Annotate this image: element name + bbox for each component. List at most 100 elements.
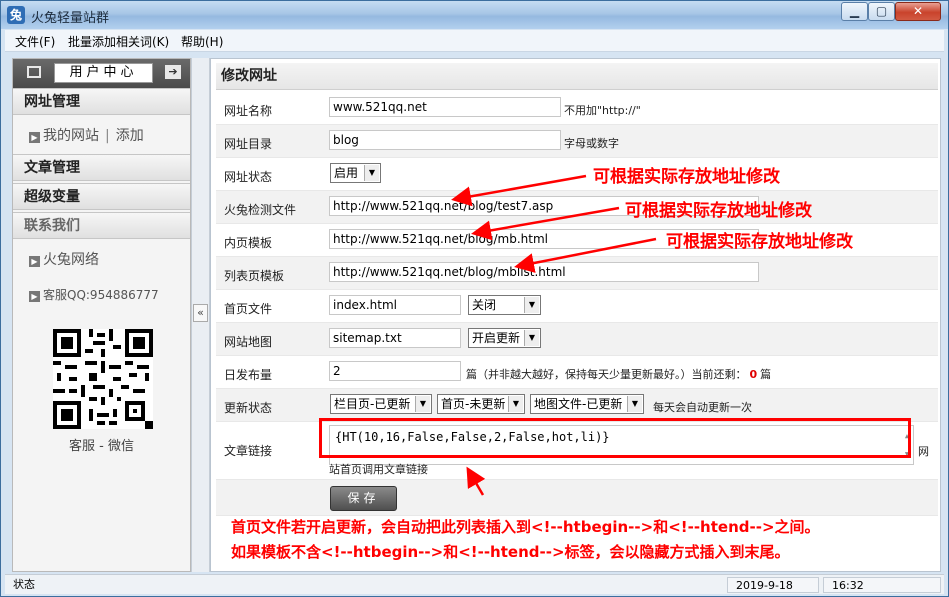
row-site-name: 网址名称 www.521qq.net 不用加"http://" — [216, 92, 938, 125]
home-page-status-value: 首页-未更新 — [441, 397, 506, 411]
sidebar-item-company[interactable]: ▶ 火兔网络 — [29, 249, 99, 269]
site-dir-label: 网址目录 — [224, 137, 273, 151]
article-link-textarea[interactable]: {HT(10,16,False,False,2,False,hot,li)} ▲… — [329, 425, 914, 465]
home-file-update-select[interactable]: 关闭 ▼ — [468, 295, 541, 315]
section-super-vars[interactable]: 超级变量 — [13, 183, 190, 210]
annotation-content-template: 可根据实际存放地址修改 — [625, 201, 812, 221]
daily-count-hint: 篇（并非越大越好，保持每天少量更新最好。）当前还剩： 0 篇 — [466, 366, 771, 382]
footer-note-2: 如果模板不含<!--htbegin-->和<!--htend-->标签，会以隐藏… — [231, 543, 790, 561]
site-status-label: 网址状态 — [224, 170, 273, 184]
arrow-bullet-icon: ▶ — [29, 256, 40, 267]
sitemap-update-value: 开启更新 — [472, 331, 521, 345]
list-template-label: 列表页模板 — [224, 269, 285, 283]
column-page-status-value: 栏目页-已更新 — [334, 397, 411, 411]
site-status-select[interactable]: 启用 ▼ — [330, 163, 381, 183]
arrow-bullet-icon: ▶ — [29, 291, 40, 302]
sidebar-splitter[interactable]: « — [191, 58, 210, 572]
menu-help[interactable]: 帮助(H) — [181, 33, 223, 50]
article-link-subhint: 站首页调用文章链接 — [329, 463, 428, 476]
sitemap-input[interactable]: sitemap.txt — [329, 328, 461, 348]
sidebar-item-support-qq[interactable]: ▶ 客服QQ:954886777 — [29, 286, 159, 303]
sitemap-status-select[interactable]: 地图文件-已更新 ▼ — [530, 394, 644, 414]
home-file-label: 首页文件 — [224, 302, 273, 316]
add-site-link[interactable]: 添加 — [116, 128, 144, 144]
rabbit-app-icon: 兔 — [7, 6, 25, 24]
site-dir-hint: 字母或数字 — [564, 137, 619, 150]
user-center-button[interactable]: 用户中心 — [54, 63, 153, 83]
daily-unit: 篇 — [466, 368, 477, 381]
update-status-label: 更新状态 — [224, 401, 273, 415]
home-file-input[interactable]: index.html — [329, 295, 461, 315]
daily-count-input[interactable]: 2 — [329, 361, 461, 381]
daily-count-label: 日发布量 — [224, 368, 273, 382]
row-home-file: 首页文件 index.html 关闭 ▼ — [216, 290, 938, 323]
site-name-label: 网址名称 — [224, 104, 273, 118]
separator: | — [105, 128, 110, 144]
remaining-unit: 篇 — [760, 368, 772, 381]
list-template-input[interactable]: http://www.521qq.net/blog/mblist.html — [329, 262, 759, 282]
page-title: 修改网址 — [216, 63, 938, 90]
row-daily-count: 日发布量 2 篇（并非越大越好，保持每天少量更新最好。）当前还剩： 0 篇 — [216, 356, 938, 389]
content-template-label: 内页模板 — [224, 236, 273, 250]
status-text: 状态 — [13, 578, 35, 591]
qr-caption: 客服 - 微信 — [69, 439, 134, 454]
row-update-status: 更新状态 栏目页-已更新 ▼ 首页-未更新 ▼ 地图文件-已更新 ▼ 每天会自动更新一… — [216, 389, 938, 422]
row-check-file: 火兔检测文件 http://www.521qq.net/blog/test7.a… — [216, 191, 938, 224]
company-link: 火兔网络 — [43, 252, 99, 268]
textarea-scrollbar[interactable]: ▲ ▼ — [902, 427, 912, 463]
window-icon[interactable] — [27, 66, 41, 78]
annotation-check-file: 可根据实际存放地址修改 — [593, 167, 780, 187]
check-file-label: 火兔检测文件 — [224, 203, 297, 217]
sitemap-update-select[interactable]: 开启更新 ▼ — [468, 328, 541, 348]
sidebar-item-my-sites: ▶ 我的网站 | 添加 — [29, 125, 144, 145]
close-button[interactable]: ✕ — [895, 2, 941, 21]
sidebar-header: 用户中心 ➔ — [13, 59, 190, 88]
minimize-button[interactable]: ▁ — [841, 2, 868, 21]
row-sitemap: 网站地图 sitemap.txt 开启更新 ▼ — [216, 323, 938, 356]
section-contact[interactable]: 联系我们 — [13, 212, 190, 239]
dropdown-arrow-icon: ▼ — [627, 396, 642, 412]
site-dir-input[interactable]: blog — [329, 130, 561, 150]
collapse-sidebar-button[interactable]: « — [193, 304, 208, 322]
wechat-qr-code — [53, 329, 153, 429]
menu-batch-add-keywords[interactable]: 批量添加相关词(K) — [68, 33, 169, 50]
home-file-update-value: 关闭 — [472, 298, 497, 312]
article-link-code: {HT(10,16,False,False,2,False,hot,li)} — [335, 430, 610, 444]
status-date: 2019-9-18 — [727, 577, 819, 593]
dropdown-arrow-icon: ▼ — [524, 297, 539, 313]
site-name-input[interactable]: www.521qq.net — [329, 97, 561, 117]
support-qq-text: 客服QQ:954886777 — [43, 288, 159, 302]
dropdown-arrow-icon: ▼ — [508, 396, 523, 412]
status-bar: 状态 2019-9-18 16:32 — [5, 574, 944, 594]
title-bar[interactable]: 兔 火兔轻量站群 ▁ ▢ ✕ — [1, 1, 948, 29]
annotation-list-template: 可根据实际存放地址修改 — [666, 232, 853, 252]
edit-site-panel: 修改网址 网址名称 www.521qq.net 不用加"http://" 网址目… — [210, 58, 941, 572]
row-list-template: 列表页模板 http://www.521qq.net/blog/mblist.h… — [216, 257, 938, 290]
dropdown-arrow-icon: ▼ — [415, 396, 430, 412]
sitemap-label: 网站地图 — [224, 335, 273, 349]
menu-bar: 文件(F) 批量添加相关词(K) 帮助(H) — [5, 30, 944, 52]
sitemap-status-value: 地图文件-已更新 — [534, 397, 623, 411]
logout-arrow-icon[interactable]: ➔ — [165, 65, 181, 79]
my-sites-link[interactable]: 我的网站 — [43, 128, 99, 144]
footer-note-1: 首页文件若开启更新，会自动把此列表插入到<!--htbegin-->和<!--h… — [231, 518, 820, 536]
column-page-status-select[interactable]: 栏目页-已更新 ▼ — [330, 394, 432, 414]
site-name-hint: 不用加"http://" — [564, 104, 641, 117]
menu-file[interactable]: 文件(F) — [15, 33, 55, 50]
section-site-manage[interactable]: 网址管理 — [13, 88, 190, 115]
section-article-manage[interactable]: 文章管理 — [13, 154, 190, 181]
site-status-value: 启用 — [334, 166, 359, 180]
daily-advice: （并非越大越好，保持每天少量更新最好。）当前还剩： — [477, 368, 747, 381]
row-article-link: 文章链接 {HT(10,16,False,False,2,False,hot,l… — [216, 422, 938, 480]
row-site-dir: 网址目录 blog 字母或数字 — [216, 125, 938, 158]
update-status-hint: 每天会自动更新一次 — [653, 401, 752, 414]
dropdown-arrow-icon: ▼ — [524, 330, 539, 346]
row-site-status: 网址状态 启用 ▼ — [216, 158, 938, 191]
sidebar: 用户中心 ➔ 网址管理 ▶ 我的网站 | 添加 文章管理 超级变量 联系我们 ▶ 火兔网… — [12, 58, 191, 572]
home-page-status-select[interactable]: 首页-未更新 ▼ — [437, 394, 525, 414]
arrow-bullet-icon: ▶ — [29, 132, 40, 143]
article-link-after: 网 — [918, 445, 929, 458]
maximize-button[interactable]: ▢ — [868, 2, 895, 21]
save-button[interactable]: 保存 — [330, 486, 397, 511]
article-link-label: 文章链接 — [224, 444, 273, 458]
